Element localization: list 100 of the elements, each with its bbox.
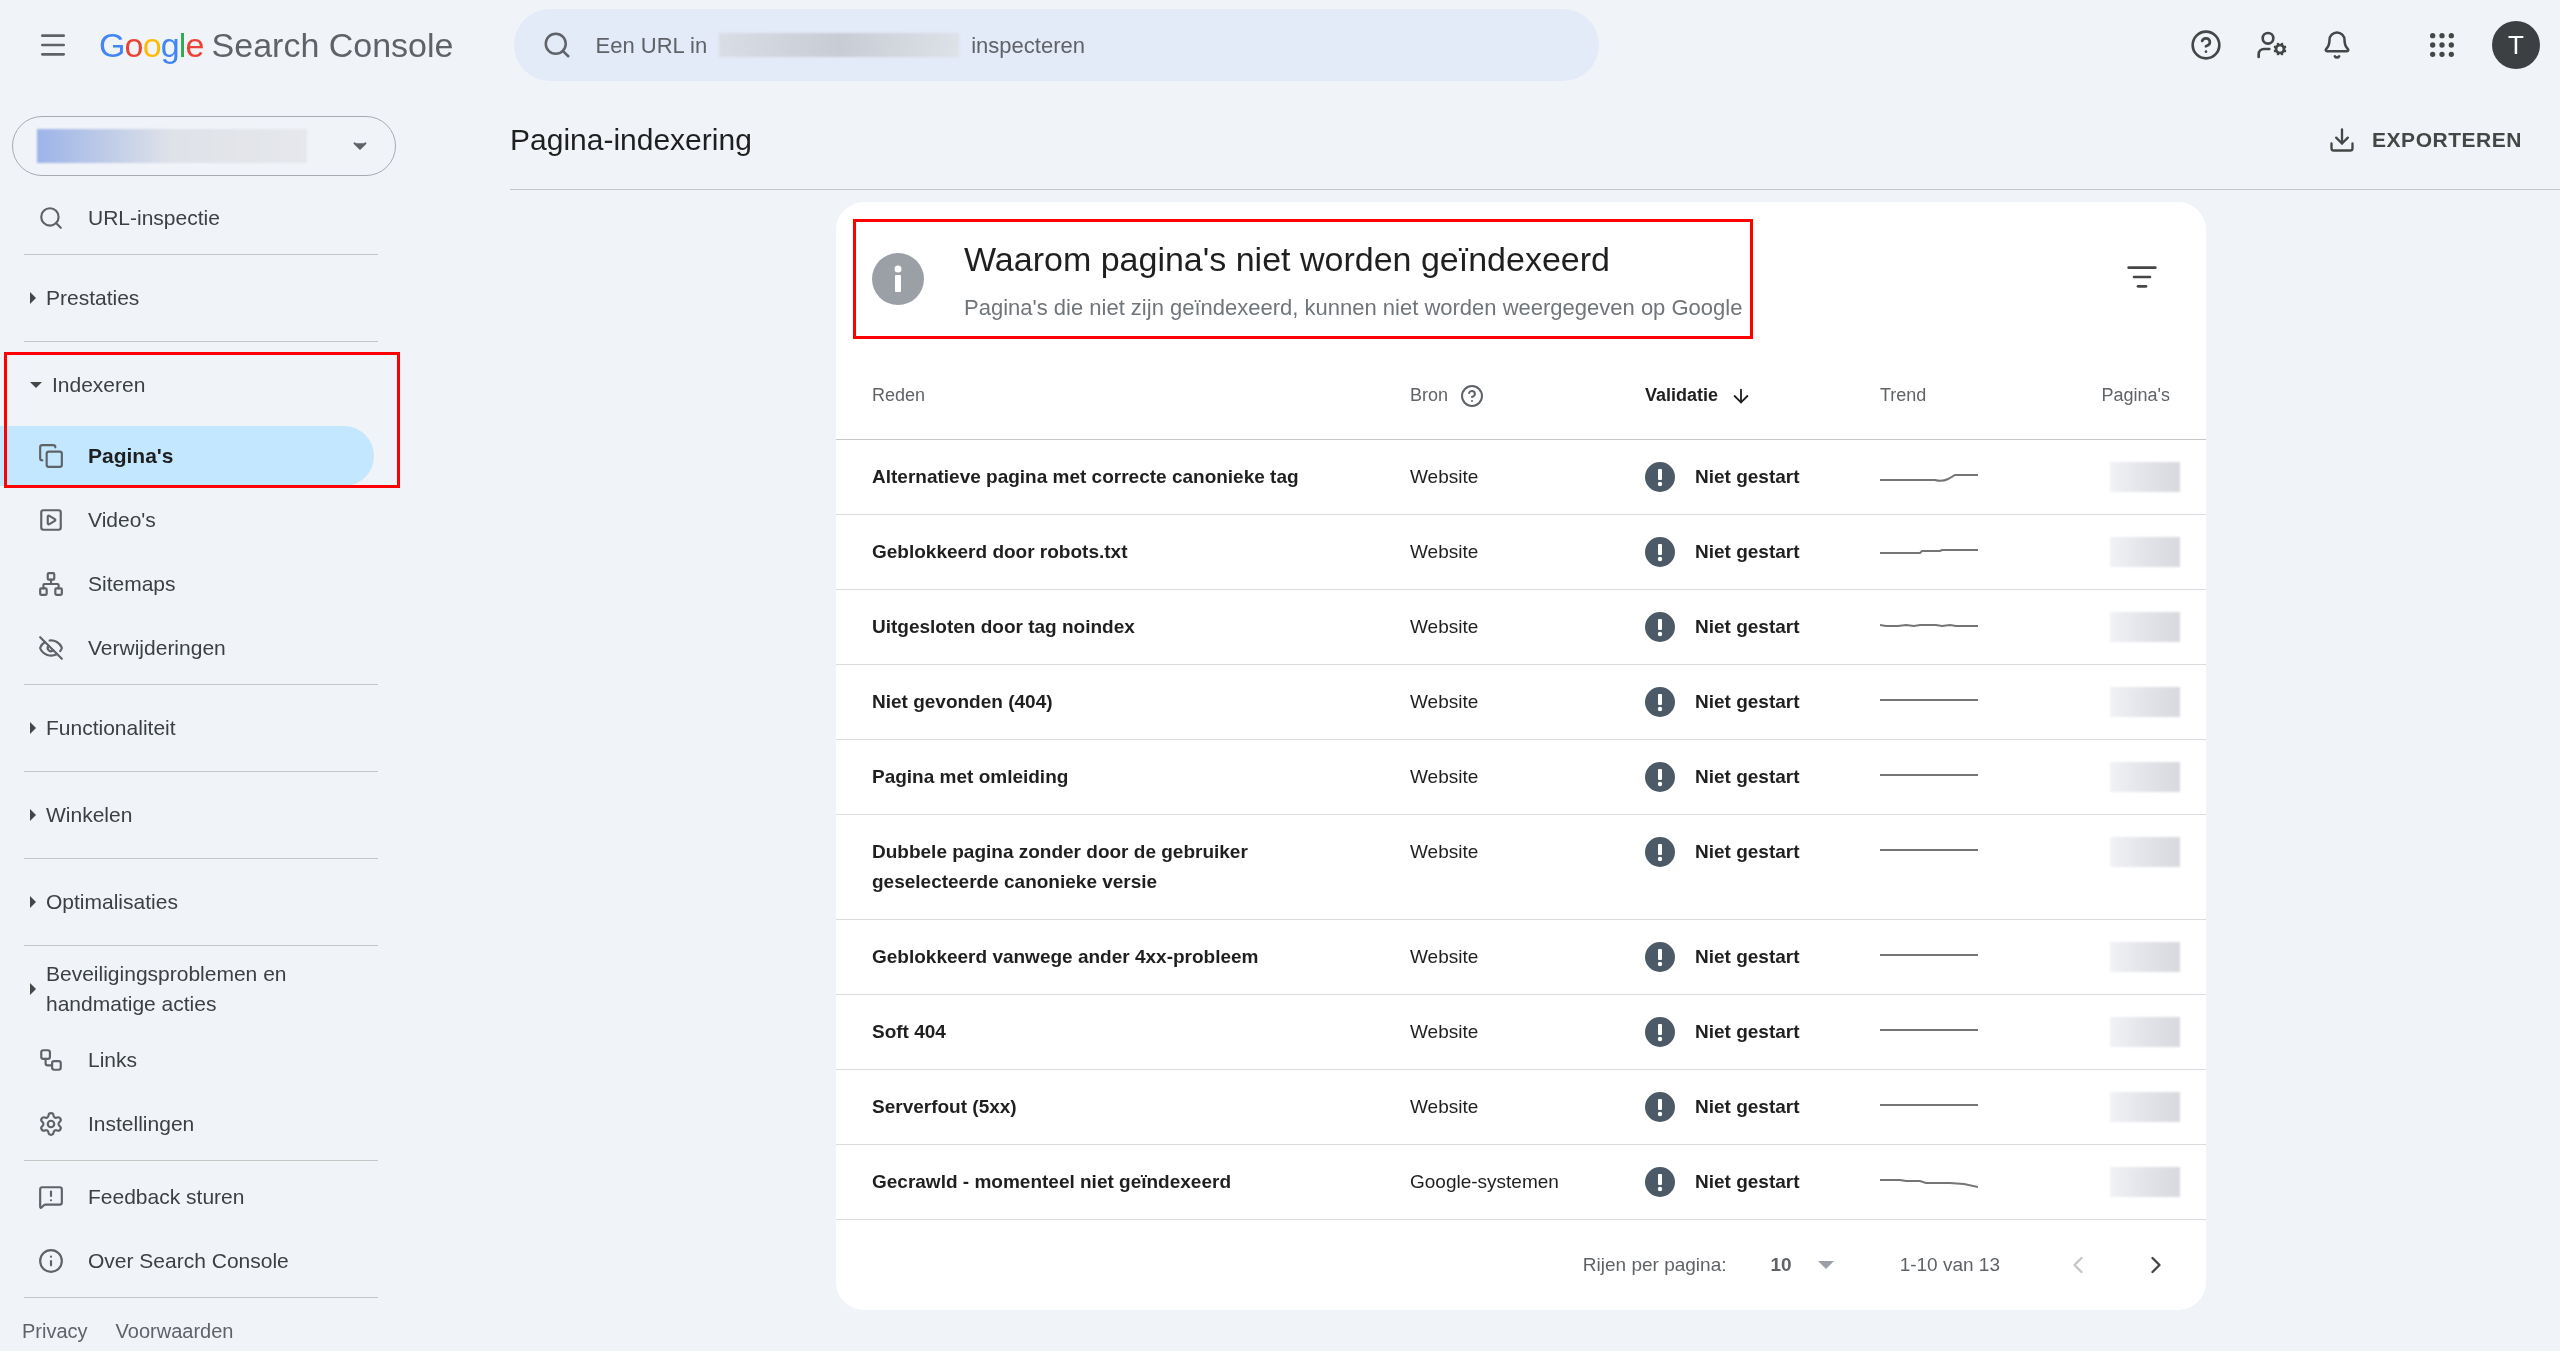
table-cell-text: Uitgesloten door tag noindex: [872, 615, 1135, 639]
blurred-block: [2110, 612, 2180, 642]
column-header[interactable]: Trend: [1880, 382, 1927, 409]
app-logo[interactable]: Google Search Console: [99, 19, 454, 71]
status-text: Niet gestart: [1695, 840, 1800, 864]
warning-icon: [1645, 687, 1675, 717]
sidebar-item[interactable]: Video's: [0, 490, 374, 550]
caret-right-icon: [30, 809, 36, 821]
avatar[interactable]: T: [2492, 21, 2540, 69]
sidebar-section[interactable]: Indexeren: [0, 346, 378, 424]
table-cell-text: Serverfout (5xx): [872, 1095, 1017, 1119]
sidebar-section[interactable]: Prestaties: [0, 259, 378, 337]
search-icon: [38, 205, 64, 231]
blurred-block: [2110, 942, 2180, 972]
status-text: Niet gestart: [1695, 690, 1800, 714]
blurred-block: [2110, 1167, 2180, 1197]
sidebar-item[interactable]: Pagina's: [0, 426, 374, 486]
footer-link[interactable]: Privacy: [22, 1316, 88, 1346]
status-text: Niet gestart: [1695, 945, 1800, 969]
caret-right-icon: [30, 896, 36, 908]
sidebar-item[interactable]: Over Search Console: [0, 1231, 374, 1291]
table-cell-text: Website: [1410, 1020, 1479, 1044]
placeholder-text: inspecteren: [971, 31, 1085, 60]
status-text: Niet gestart: [1695, 465, 1800, 489]
column-header[interactable]: Reden: [872, 382, 926, 409]
placeholder-text: Een URL in: [595, 31, 708, 60]
table-cell-text: Website: [1410, 765, 1479, 789]
rows-per-page-select[interactable]: 10: [1770, 1250, 1834, 1280]
video-icon: [38, 507, 64, 533]
sidebar-section[interactable]: Beveiligingsproblemen en handmatige acties: [0, 950, 378, 1028]
column-header[interactable]: Validatie: [1645, 382, 1719, 409]
blurred-block: [2110, 537, 2180, 567]
table-cell-text: Website: [1410, 1095, 1479, 1119]
blurred-block: [2110, 837, 2180, 867]
status-text: Niet gestart: [1695, 1170, 1800, 1194]
sidebar-item[interactable]: Instellingen: [0, 1094, 374, 1154]
blurred-block: [2110, 1092, 2180, 1122]
column-header[interactable]: Bron: [1410, 382, 1449, 409]
eye-off-icon: [38, 635, 64, 661]
sidebar-section[interactable]: Optimalisaties: [0, 863, 378, 941]
help-icon[interactable]: [1460, 383, 1485, 408]
table-cell-text: Gecrawld - momenteel niet geïndexeerd: [872, 1170, 1231, 1194]
sidebar-section[interactable]: Functionaliteit: [0, 689, 378, 767]
table-cell-text: Dubbele pagina zonder door de gebruiker geselecteerde canonieke versie: [872, 840, 1249, 894]
info-icon: [872, 253, 924, 305]
page-range: 1-10 van 13: [1899, 1252, 2000, 1277]
caret-right-icon: [30, 983, 36, 995]
status-text: Niet gestart: [1695, 615, 1800, 639]
status-text: Niet gestart: [1695, 1020, 1800, 1044]
status-text: Niet gestart: [1695, 765, 1800, 789]
feedback-icon: [38, 1184, 64, 1210]
caret-right-icon: [30, 722, 36, 734]
links-icon: [38, 1047, 64, 1073]
sitemap-icon: [38, 571, 64, 597]
info-icon: [38, 1248, 64, 1274]
table-cell-text: Website: [1410, 690, 1479, 714]
table-cell-text: Google-systemen: [1410, 1170, 1559, 1194]
warning-icon: [1645, 462, 1675, 492]
settings-icon: [38, 1111, 64, 1137]
sidebar-item[interactable]: Links: [0, 1030, 374, 1090]
caret-down-icon: [30, 382, 42, 388]
table-cell-text: Soft 404: [872, 1020, 946, 1044]
column-header[interactable]: Pagina's: [2101, 382, 2170, 409]
export-button[interactable]: EXPORTEREN: [2328, 123, 2522, 156]
search-field[interactable]: Een URL in inspecteren: [513, 9, 1599, 81]
bell-icon[interactable]: [2322, 30, 2352, 60]
warning-icon: [1645, 1092, 1675, 1122]
table-cell-text: Website: [1410, 840, 1479, 864]
warning-icon: [1645, 837, 1675, 867]
sidebar-section[interactable]: Winkelen: [0, 776, 378, 854]
warning-icon: [1645, 1167, 1675, 1197]
sidebar-item[interactable]: Verwijderingen: [0, 618, 374, 678]
blurred-block: [2110, 762, 2180, 792]
table-cell-text: Website: [1410, 465, 1479, 489]
caret-right-icon: [30, 292, 36, 304]
caret-down-icon: [1817, 1261, 1834, 1269]
card-title: Waarom pagina's niet worden geïndexeerd: [964, 239, 1611, 280]
user-settings-icon[interactable]: [2256, 29, 2288, 61]
warning-icon: [1645, 942, 1675, 972]
warning-icon: [1645, 1017, 1675, 1047]
table-cell-text: Geblokkeerd vanwege ander 4xx-probleem: [872, 945, 1259, 969]
footer-link[interactable]: Voorwaarden: [115, 1316, 234, 1346]
table-cell-text: Website: [1410, 540, 1479, 564]
sidebar-item[interactable]: Sitemaps: [0, 554, 374, 614]
table-cell-text: Pagina met omleiding: [872, 765, 1069, 789]
sidebar-item[interactable]: URL-inspectie: [0, 188, 374, 248]
table-cell-text: Alternatieve pagina met correcte canonieke tag: [872, 465, 1299, 489]
warning-icon: [1645, 612, 1675, 642]
table-cell-text: Geblokkeerd door robots.txt: [872, 540, 1128, 564]
table-cell-text: Website: [1410, 945, 1479, 969]
pages-icon: [38, 443, 64, 469]
help-icon[interactable]: [2190, 29, 2222, 61]
blurred-block: [2110, 462, 2180, 492]
card-subtitle: Pagina's die niet zijn geïndexeerd, kunnen niet worden weergegeven op Google: [964, 294, 1743, 322]
warning-icon: [1645, 537, 1675, 567]
blurred-block: [2110, 1017, 2180, 1047]
warning-icon: [1645, 762, 1675, 792]
sidebar-item[interactable]: Feedback sturen: [0, 1167, 374, 1227]
status-text: Niet gestart: [1695, 1095, 1800, 1119]
page-title: Pagina-indexering: [510, 122, 752, 158]
